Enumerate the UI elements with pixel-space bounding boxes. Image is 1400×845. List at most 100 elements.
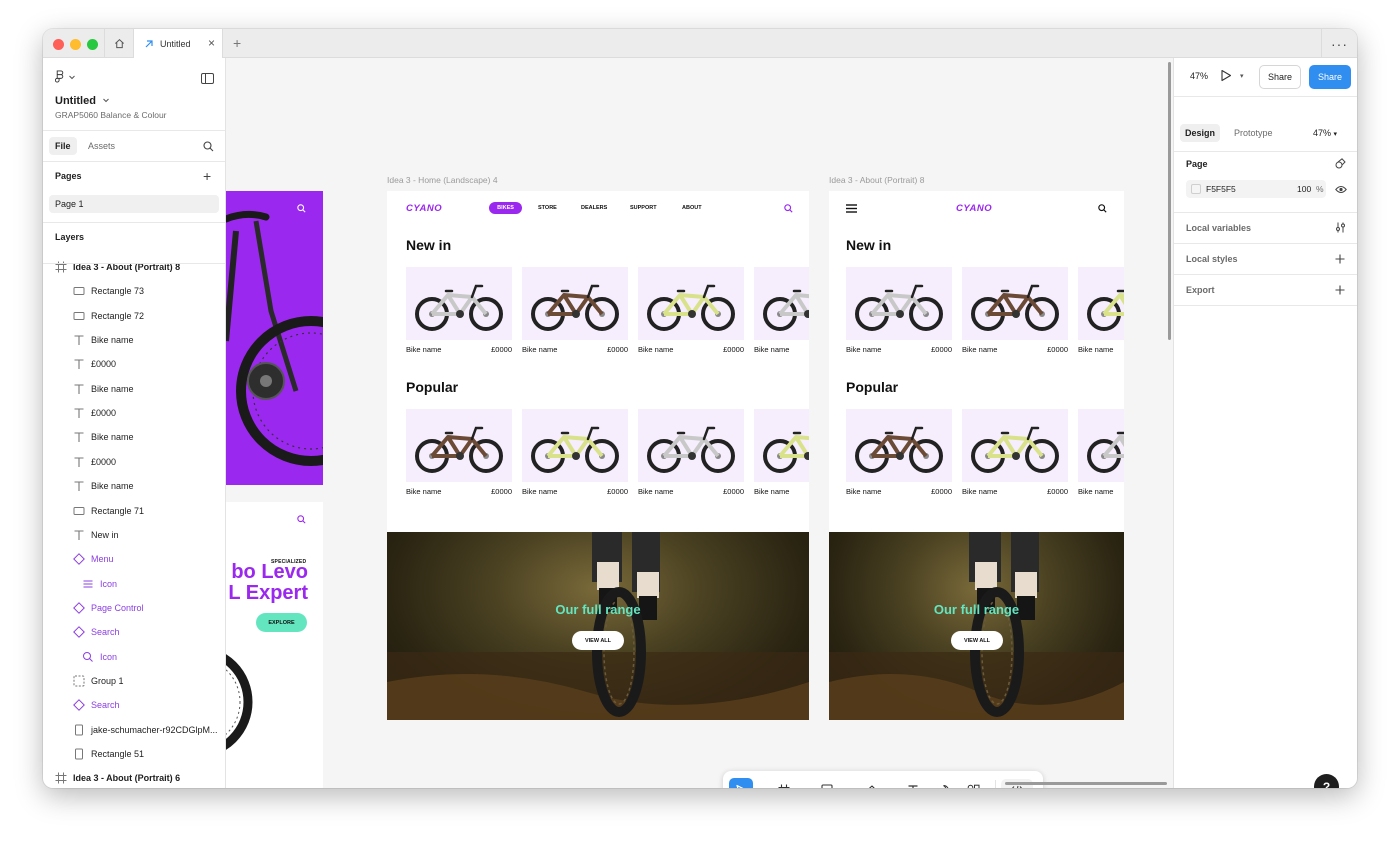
layer-item[interactable]: Icon xyxy=(43,645,225,669)
layer-item[interactable]: Bike name xyxy=(43,425,225,449)
minimize-window-button[interactable] xyxy=(70,39,81,50)
zoom-level[interactable]: 47% xyxy=(1190,71,1208,81)
search-icon[interactable] xyxy=(784,204,793,213)
frame-about-portrait[interactable]: CYANO New in Bike name £0000 Bike name £000… xyxy=(829,191,1124,720)
product-card[interactable]: Bike name £0000 xyxy=(962,267,1068,355)
layer-item[interactable]: £0000 xyxy=(43,450,225,474)
nav-item-bikes[interactable]: BIKES xyxy=(489,202,522,214)
comment-tool-button[interactable] xyxy=(931,778,955,788)
layer-item[interactable]: Rectangle 51 xyxy=(43,742,225,766)
layer-item[interactable]: New in xyxy=(43,523,225,547)
chevron-down-icon[interactable]: ▾ xyxy=(799,786,803,788)
nav-item-store[interactable]: STORE xyxy=(538,205,557,211)
layer-item[interactable]: Search xyxy=(43,693,225,717)
page-fill-field[interactable]: F5F5F5 100 % xyxy=(1186,180,1326,198)
frame-label-landscape[interactable]: Idea 3 - Home (Landscape) 4 xyxy=(387,175,498,185)
color-swatch[interactable] xyxy=(1191,184,1201,194)
layer-item[interactable]: jake-schumacher-r92CDGlpM... xyxy=(43,718,225,742)
plus-icon[interactable] xyxy=(1335,285,1345,295)
layer-item[interactable]: £0000 xyxy=(43,352,225,376)
fill-hex-value[interactable]: F5F5F5 xyxy=(1206,184,1236,194)
product-card[interactable]: Bike name xyxy=(1078,409,1124,497)
frame-home-landscape[interactable]: CYANO BIKES STORE DEALERS SUPPORT ABOUT … xyxy=(387,191,809,720)
layer-item[interactable]: Bike name xyxy=(43,474,225,498)
layer-item[interactable]: Menu xyxy=(43,547,225,571)
chevron-down-icon[interactable]: ▾ xyxy=(1240,72,1244,80)
chevron-down-icon[interactable]: ▾ xyxy=(756,786,760,788)
nav-item-support[interactable]: SUPPORT xyxy=(630,205,657,211)
chevron-down-icon[interactable]: ▾ xyxy=(885,786,889,788)
product-card[interactable]: Bike name xyxy=(754,267,809,355)
product-card[interactable]: Bike name £0000 xyxy=(846,409,952,497)
file-name[interactable]: Untitled xyxy=(55,95,110,107)
nav-item-about[interactable]: ABOUT xyxy=(682,205,702,211)
home-button[interactable] xyxy=(104,29,134,58)
explore-button[interactable]: EXPLORE xyxy=(256,613,307,632)
frame-label-portrait[interactable]: Idea 3 - About (Portrait) 8 xyxy=(829,175,924,185)
layer-item[interactable]: Icon xyxy=(43,572,225,596)
nav-item-dealers[interactable]: DEALERS xyxy=(581,205,607,211)
zoom-dropdown[interactable]: 47% ▾ xyxy=(1313,128,1337,138)
layer-item[interactable]: Bike name xyxy=(43,328,225,352)
layer-item[interactable]: Group 1 xyxy=(43,669,225,693)
text-tool-button[interactable] xyxy=(901,778,925,788)
move-tool-button[interactable] xyxy=(729,778,753,788)
product-card[interactable]: Bike name xyxy=(754,409,809,497)
search-icon[interactable] xyxy=(1098,204,1107,213)
close-tab-icon[interactable]: × xyxy=(208,37,215,49)
plus-icon[interactable] xyxy=(1335,254,1345,264)
tab-design[interactable]: Design xyxy=(1180,124,1221,142)
more-options-button[interactable]: ··· xyxy=(1321,29,1357,58)
chevron-down-icon[interactable]: ▾ xyxy=(842,786,846,788)
maximize-window-button[interactable] xyxy=(87,39,98,50)
horizontal-scrollbar[interactable] xyxy=(1005,782,1167,785)
product-card[interactable]: Bike name £0000 xyxy=(406,267,512,355)
product-card[interactable]: Bike name £0000 xyxy=(522,409,628,497)
layer-item[interactable]: Rectangle 73 xyxy=(43,279,225,303)
file-tab[interactable]: Untitled × xyxy=(134,29,223,58)
project-name[interactable]: GRAP5060 Balance & Colour xyxy=(55,110,167,120)
frame-tool-button[interactable] xyxy=(772,778,796,788)
toggle-sidebar-button[interactable] xyxy=(201,71,214,89)
product-card[interactable]: Bike name £0000 xyxy=(638,409,744,497)
add-page-button[interactable]: + xyxy=(203,169,211,183)
canvas[interactable]: SPECIALIZED bo Levo L Expert EXPLORE Ide… xyxy=(226,58,1173,788)
help-button[interactable]: ? xyxy=(1314,774,1339,788)
product-card[interactable]: Bike name £0000 xyxy=(638,267,744,355)
menu-icon[interactable] xyxy=(846,204,857,213)
product-card[interactable]: Bike name £0000 xyxy=(522,267,628,355)
local-styles-title[interactable]: Local styles xyxy=(1186,254,1238,264)
actions-button[interactable] xyxy=(961,778,985,788)
layer-item[interactable]: Page Control xyxy=(43,596,225,620)
share-button-outline[interactable]: Share xyxy=(1259,65,1301,89)
vertical-scrollbar[interactable] xyxy=(1168,62,1171,340)
layer-item[interactable]: £0000 xyxy=(43,401,225,425)
layer-item[interactable]: Rectangle 71 xyxy=(43,499,225,523)
layer-item[interactable]: Idea 3 - About (Portrait) 6 xyxy=(43,766,225,788)
product-card[interactable]: Bike name £0000 xyxy=(846,267,952,355)
export-title[interactable]: Export xyxy=(1186,285,1215,295)
product-card[interactable]: Bike name xyxy=(1078,267,1124,355)
new-tab-button[interactable]: + xyxy=(233,35,241,51)
local-variables-title[interactable]: Local variables xyxy=(1186,223,1251,233)
layer-item[interactable]: Search xyxy=(43,620,225,644)
fill-opacity-value[interactable]: 100 xyxy=(1297,184,1311,194)
view-all-button[interactable]: VIEW ALL xyxy=(951,631,1003,650)
tab-assets[interactable]: Assets xyxy=(82,137,121,155)
tab-prototype[interactable]: Prototype xyxy=(1229,124,1278,142)
layers-search-button[interactable] xyxy=(203,139,214,157)
styles-icon[interactable] xyxy=(1335,158,1346,169)
eye-icon[interactable] xyxy=(1335,185,1347,194)
variables-icon[interactable] xyxy=(1335,222,1346,233)
shape-tool-button[interactable] xyxy=(815,778,839,788)
main-menu-button[interactable] xyxy=(55,70,76,83)
tab-file[interactable]: File xyxy=(49,137,77,155)
layer-item[interactable]: Bike name xyxy=(43,377,225,401)
layer-item[interactable]: Idea 3 - About (Portrait) 8 xyxy=(43,255,225,279)
partial-frame[interactable]: SPECIALIZED bo Levo L Expert EXPLORE xyxy=(226,191,323,788)
view-all-button[interactable]: VIEW ALL xyxy=(572,631,624,650)
pen-tool-button[interactable] xyxy=(858,778,882,788)
present-button[interactable] xyxy=(1220,69,1232,87)
close-window-button[interactable] xyxy=(53,39,64,50)
product-card[interactable]: Bike name £0000 xyxy=(406,409,512,497)
